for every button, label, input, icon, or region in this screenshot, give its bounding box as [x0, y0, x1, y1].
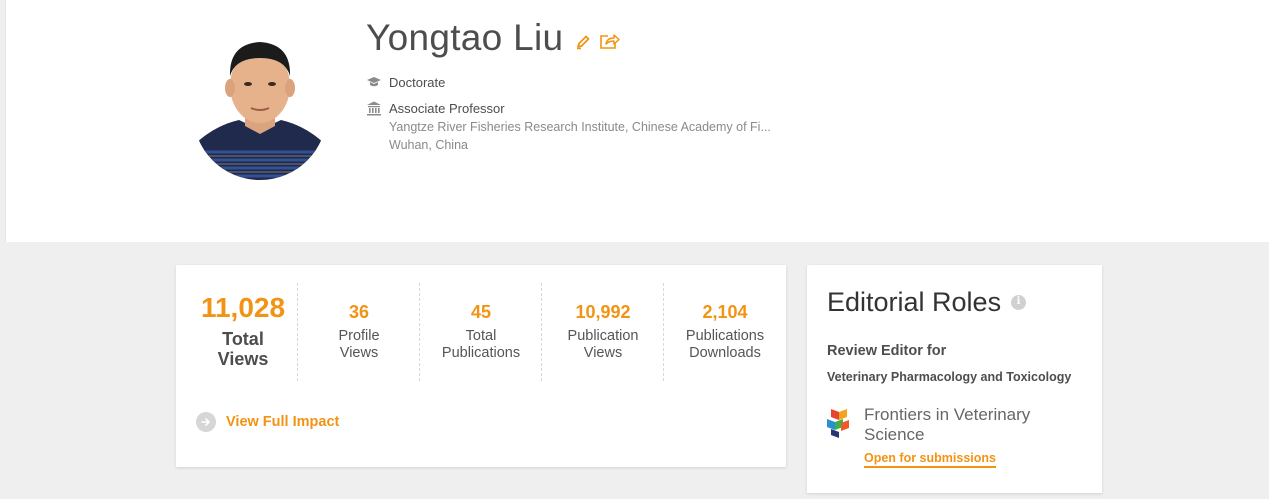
profile-header: Yongtao Liu Doctorate Associate Professo…: [5, 0, 1269, 242]
journal-name[interactable]: Frontiers in Veterinary Science: [864, 405, 1079, 445]
total-views-stat: 11,028 Total Views: [188, 291, 298, 369]
location-text: Wuhan, China: [389, 138, 468, 152]
total-views-value: 11,028: [200, 292, 286, 323]
degree-text: Doctorate: [389, 75, 446, 90]
open-for-submissions-link[interactable]: Open for submissions: [864, 451, 996, 468]
name-row: Yongtao Liu: [366, 16, 621, 60]
degree-row: Doctorate: [366, 74, 445, 91]
role-section[interactable]: Veterinary Pharmacology and Toxicology: [827, 370, 1071, 384]
stat-divider: [541, 283, 542, 381]
position-text: Associate Professor: [389, 101, 505, 116]
stat-label: Views: [583, 345, 623, 361]
info-icon[interactable]: i: [1011, 294, 1027, 310]
total-views-label-1: Total: [222, 329, 264, 349]
stat-value: 45: [470, 302, 492, 322]
institution-icon: [366, 100, 382, 116]
avatar-photo: [193, 34, 327, 180]
stat-value: 2,104: [702, 302, 748, 322]
publication-views-stat: 10,992 Publication Views: [543, 301, 663, 362]
editorial-roles-heading: Editorial Roles: [827, 287, 1002, 317]
stat-value: 10,992: [575, 302, 631, 322]
profile-views-stat: 36 Profile Views: [299, 301, 419, 362]
view-full-impact-label: View Full Impact: [226, 414, 340, 430]
total-views-label-2: Views: [217, 349, 269, 369]
graduation-cap-icon: [366, 74, 382, 90]
view-full-impact-link[interactable]: View Full Impact: [196, 412, 339, 432]
editorial-roles-title: Editorial Roles i: [827, 285, 1027, 319]
stat-divider: [419, 283, 420, 381]
editorial-roles-card: Editorial Roles i Review Editor for Vete…: [807, 265, 1102, 493]
stat-divider: [663, 283, 664, 381]
profile-name: Yongtao Liu: [366, 17, 564, 58]
publication-downloads-stat: 2,104 Publications Downloads: [665, 301, 785, 362]
journal-name-line: Frontiers in Veterinary: [864, 405, 1031, 424]
stat-value: 36: [348, 302, 370, 322]
frontiers-logo-icon: [825, 407, 853, 439]
pencil-icon[interactable]: [575, 34, 591, 50]
stat-label: Profile: [338, 328, 380, 344]
arrow-right-icon: [196, 412, 216, 432]
stat-divider: [297, 283, 298, 381]
position-row: Associate Professor: [366, 100, 505, 117]
total-publications-stat: 45 Total Publications: [421, 301, 541, 362]
impact-card: 11,028 Total Views 36 Profile Views 45 T…: [176, 265, 786, 467]
stat-label: Views: [339, 345, 379, 361]
journal-name-line: Science: [864, 425, 925, 444]
stat-label: Publications: [441, 345, 521, 361]
role-type: Review Editor for: [827, 343, 947, 359]
stat-label: Downloads: [689, 345, 761, 361]
institution-text: Yangtze River Fisheries Research Institu…: [389, 120, 771, 134]
share-icon[interactable]: [599, 32, 621, 50]
stat-label: Publications: [685, 328, 765, 344]
stat-label: Total: [465, 328, 497, 344]
avatar: [193, 34, 327, 180]
stat-label: Publication: [567, 328, 639, 344]
